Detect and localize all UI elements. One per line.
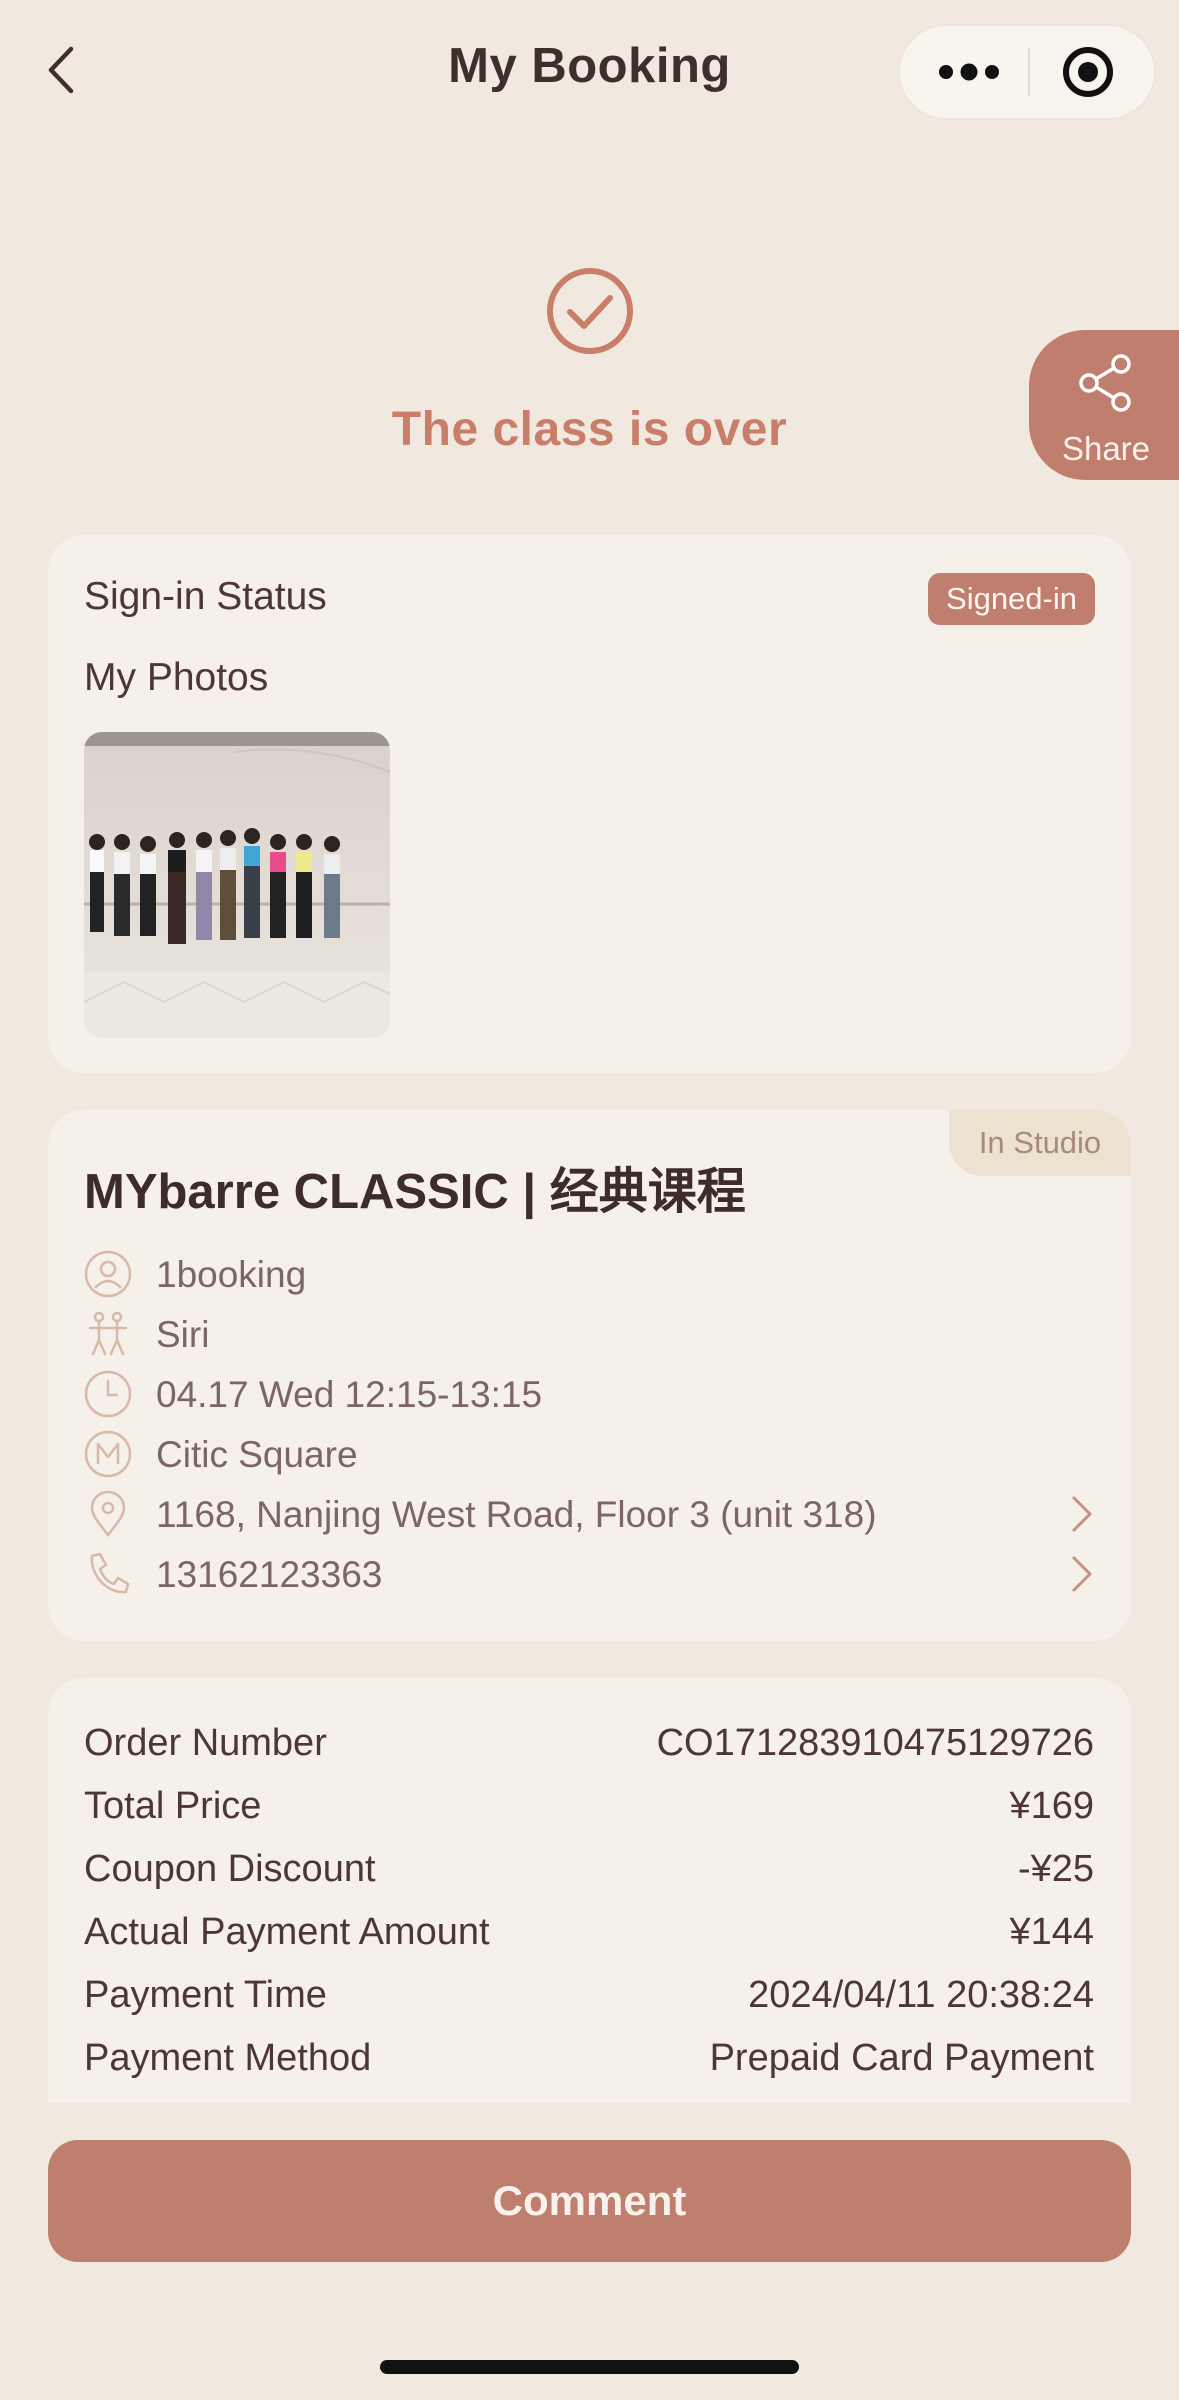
status-badge: Signed-in [928, 573, 1095, 625]
clock-icon [84, 1370, 132, 1418]
coupon-discount-label: Coupon Discount [84, 1848, 376, 1890]
location-pin-icon [90, 1490, 126, 1538]
metro-icon [84, 1430, 132, 1478]
comment-button[interactable]: Comment [48, 2140, 1131, 2262]
order-number-row: Order Number CO171283910475129726 [84, 1722, 1094, 1772]
booker-row: 1booking [84, 1244, 1096, 1304]
mini-program-capsule [898, 24, 1156, 120]
user-icon [84, 1250, 132, 1298]
booker-name: 1booking [156, 1254, 307, 1295]
in-studio-tag: In Studio [949, 1110, 1131, 1176]
instructor-row: Siri [84, 1304, 1096, 1364]
phone-icon [90, 1552, 130, 1594]
payment-time-value: 2024/04/11 20:38:24 [748, 1974, 1094, 2016]
my-photos-label: My Photos [84, 656, 269, 699]
class-time: 04.17 Wed 12:15-13:15 [156, 1374, 543, 1415]
class-status-text: The class is over [391, 403, 788, 456]
top-bar: My Booking [0, 0, 1179, 140]
payment-time-row: Payment Time 2024/04/11 20:38:24 [84, 1974, 1094, 2024]
coupon-discount-value: -¥25 [1017, 1848, 1094, 1890]
class-info-card: In Studio MYbarre CLASSIC | 经典课程 1bookin… [48, 1110, 1131, 1641]
actual-payment-value: ¥144 [1009, 1911, 1094, 1953]
chevron-right-icon [1072, 1556, 1092, 1592]
studio-phone: 13162123363 [156, 1554, 383, 1595]
target-icon [1063, 47, 1113, 97]
check-circle-icon [547, 268, 633, 354]
studio-name: Citic Square [156, 1434, 358, 1475]
address-row[interactable]: 1168, Nanjing West Road, Floor 3 (unit 3… [84, 1484, 1096, 1544]
payment-time-label: Payment Time [84, 1974, 327, 2016]
actual-payment-label: Actual Payment Amount [84, 1911, 490, 1953]
class-photo-image [84, 732, 390, 1038]
close-mini-program-button[interactable] [1060, 44, 1116, 100]
payment-method-label: Payment Method [84, 2037, 372, 2079]
total-price-label: Total Price [84, 1785, 262, 1827]
share-button[interactable]: Share [1029, 330, 1179, 480]
payment-method-value: Prepaid Card Payment [709, 2037, 1094, 2079]
home-indicator [380, 2360, 799, 2374]
studio-row: Citic Square [84, 1424, 1096, 1484]
signin-card: Sign-in Status Signed-in My Photos [48, 535, 1131, 1073]
instructor-name: Siri [156, 1314, 210, 1355]
coupon-discount-row: Coupon Discount -¥25 [84, 1848, 1094, 1898]
class-photo[interactable] [84, 732, 390, 1038]
order-number-value: CO171283910475129726 [656, 1722, 1094, 1764]
actual-payment-row: Actual Payment Amount ¥144 [84, 1911, 1094, 1961]
total-price-value: ¥169 [1009, 1785, 1094, 1827]
total-price-row: Total Price ¥169 [84, 1785, 1094, 1835]
more-options-button[interactable] [928, 46, 1010, 98]
order-number-label: Order Number [84, 1722, 327, 1764]
share-label: Share [1061, 430, 1151, 467]
signin-status-label: Sign-in Status [84, 575, 327, 618]
payment-method-row: Payment Method Prepaid Card Payment [84, 2037, 1094, 2087]
time-row: 04.17 Wed 12:15-13:15 [84, 1364, 1096, 1424]
share-icon [1079, 354, 1131, 412]
chevron-right-icon [1072, 1496, 1092, 1532]
class-title: MYbarre CLASSIC | 经典课程 [84, 1165, 746, 1219]
dancer-icon [88, 1311, 128, 1356]
phone-row[interactable]: 13162123363 [84, 1544, 1096, 1604]
capsule-divider [1028, 48, 1030, 96]
studio-address: 1168, Nanjing West Road, Floor 3 (unit 3… [156, 1494, 877, 1535]
order-details-card: Order Number CO171283910475129726 Total … [48, 1678, 1131, 2103]
more-dots-icon [939, 63, 999, 81]
